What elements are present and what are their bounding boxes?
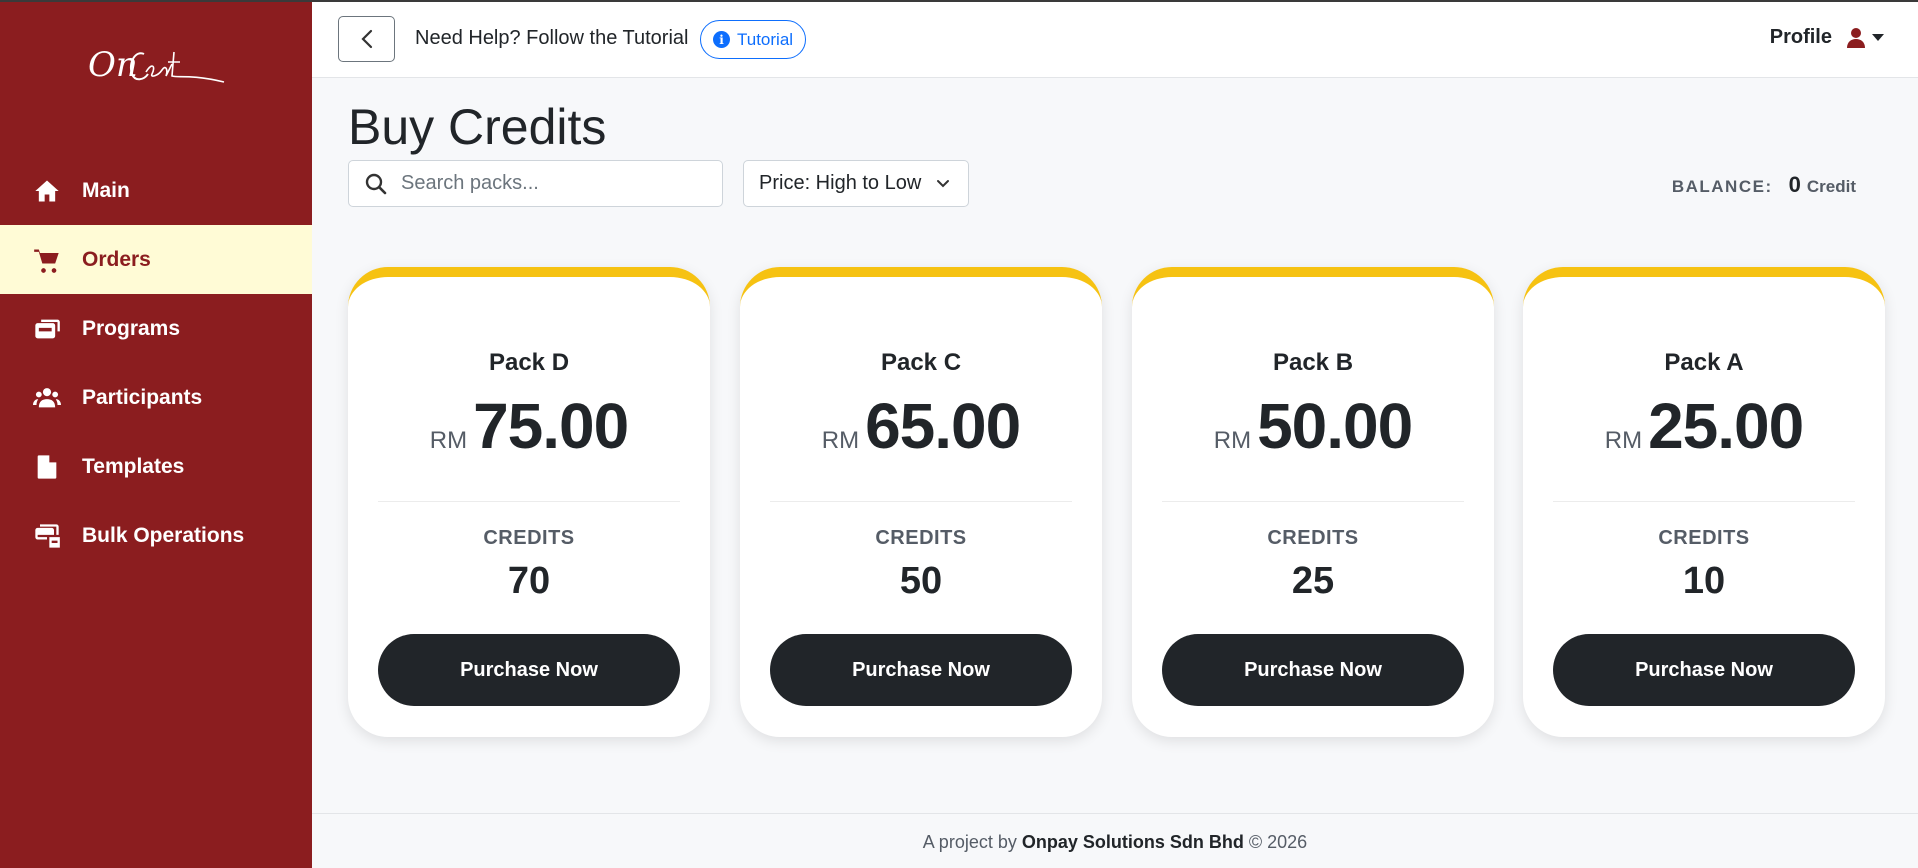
chevron-down-icon	[937, 180, 949, 188]
pack-name: Pack B	[1272, 349, 1354, 376]
credit-packs: Pack D RM75.00 CREDITS 70 Purchase Now P…	[348, 267, 1885, 737]
sidebar-item-bulk-operations[interactable]: Bulk Operations	[0, 501, 312, 570]
pack-price: RM25.00	[1523, 389, 1885, 463]
sidebar-item-label: Orders	[82, 247, 151, 271]
user-icon	[1847, 27, 1865, 48]
credits-value: 10	[1682, 560, 1726, 602]
credits-value: 25	[1291, 560, 1335, 602]
pack-price: RM65.00	[740, 389, 1102, 463]
page-title: Buy Credits	[348, 99, 607, 155]
purchase-now-button[interactable]: Purchase Now	[1162, 634, 1464, 706]
tutorial-button[interactable]: i Tutorial	[700, 20, 807, 59]
card-divider	[770, 501, 1072, 502]
profile-label: Profile	[1769, 26, 1832, 48]
home-icon	[32, 176, 62, 206]
help-text: Need Help? Follow the Tutorial	[415, 27, 689, 49]
pack-price: RM50.00	[1132, 389, 1494, 463]
pack-amount: 50.00	[1257, 390, 1413, 462]
tutorial-label: Tutorial	[737, 29, 794, 49]
sidebar-item-templates[interactable]: Templates	[0, 432, 312, 501]
sidebar-item-participants[interactable]: Participants	[0, 363, 312, 432]
top-header: Need Help? Follow the Tutorial i Tutoria…	[312, 2, 1918, 78]
balance-label: BALANCE:	[1671, 177, 1773, 196]
credits-value: 50	[899, 560, 943, 602]
footer-prefix: A project by	[922, 832, 1017, 852]
footer-company-link[interactable]: Onpay Solutions Sdn Bhd	[1022, 832, 1244, 852]
pack-currency: RM	[1213, 427, 1252, 454]
programs-icon	[32, 314, 62, 344]
sidebar-item-label: Participants	[82, 385, 203, 409]
card-divider	[1553, 501, 1855, 502]
card-divider	[1162, 501, 1464, 502]
pack-card: Pack D RM75.00 CREDITS 70 Purchase Now	[348, 267, 710, 737]
card-divider	[378, 501, 680, 502]
info-icon: i	[713, 31, 730, 48]
credits-label: CREDITS	[1658, 527, 1750, 549]
pack-amount: 25.00	[1648, 390, 1804, 462]
pack-currency: RM	[1604, 427, 1643, 454]
sort-select[interactable]: Price: High to Low	[743, 160, 969, 207]
search-box[interactable]	[348, 160, 723, 207]
pack-price: RM75.00	[348, 389, 710, 463]
balance-unit: Credit	[1806, 177, 1856, 196]
sidebar-nav: Main Orders Programs Participants Templa…	[0, 156, 312, 570]
pack-card: Pack C RM65.00 CREDITS 50 Purchase Now	[740, 267, 1102, 737]
sidebar-item-label: Main	[82, 178, 130, 202]
credits-label: CREDITS	[483, 527, 575, 549]
search-input[interactable]	[401, 172, 701, 195]
back-button[interactable]	[338, 16, 395, 62]
profile-menu[interactable]: Profile	[1770, 26, 1884, 49]
balance-display: BALANCE: 0 Credit	[1672, 172, 1856, 198]
oncert-logo[interactable]: On	[86, 32, 226, 102]
footer-copyright: © 2026	[1248, 832, 1308, 852]
file-icon	[32, 452, 62, 482]
balance-value: 0	[1788, 172, 1801, 197]
pack-amount: 65.00	[865, 390, 1021, 462]
pack-currency: RM	[821, 427, 860, 454]
pack-name: Pack C	[880, 349, 962, 376]
sort-selected-value: Price: High to Low	[759, 172, 922, 194]
credits-label: CREDITS	[875, 527, 967, 549]
sidebar-item-label: Bulk Operations	[82, 523, 245, 547]
credits-label: CREDITS	[1267, 527, 1359, 549]
sidebar-item-programs[interactable]: Programs	[0, 294, 312, 363]
purchase-now-button[interactable]: Purchase Now	[770, 634, 1072, 706]
sidebar-item-label: Programs	[82, 316, 181, 340]
purchase-now-button[interactable]: Purchase Now	[1553, 634, 1855, 706]
credits-value: 70	[507, 560, 551, 602]
sidebar-item-label: Templates	[82, 454, 185, 478]
pack-name: Pack A	[1664, 349, 1744, 376]
page-footer: A project by Onpay Solutions Sdn Bhd © 2…	[312, 813, 1918, 868]
caret-down-icon	[1872, 34, 1884, 41]
chevron-left-icon	[360, 29, 372, 49]
pack-amount: 75.00	[473, 390, 629, 462]
cart-icon	[32, 245, 62, 275]
window-top-border	[0, 0, 1918, 2]
search-icon	[365, 173, 387, 194]
pack-card: Pack A RM25.00 CREDITS 10 Purchase Now	[1523, 267, 1885, 737]
sidebar: On Main Orders Programs Participants Tem…	[0, 0, 312, 868]
pack-name: Pack D	[488, 349, 570, 376]
sidebar-item-main[interactable]: Main	[0, 156, 312, 225]
pack-card: Pack B RM50.00 CREDITS 25 Purchase Now	[1132, 267, 1494, 737]
bulk-icon	[32, 521, 62, 551]
pack-currency: RM	[429, 427, 468, 454]
users-icon	[32, 383, 62, 413]
purchase-now-button[interactable]: Purchase Now	[378, 634, 680, 706]
sidebar-item-orders[interactable]: Orders	[0, 225, 312, 294]
